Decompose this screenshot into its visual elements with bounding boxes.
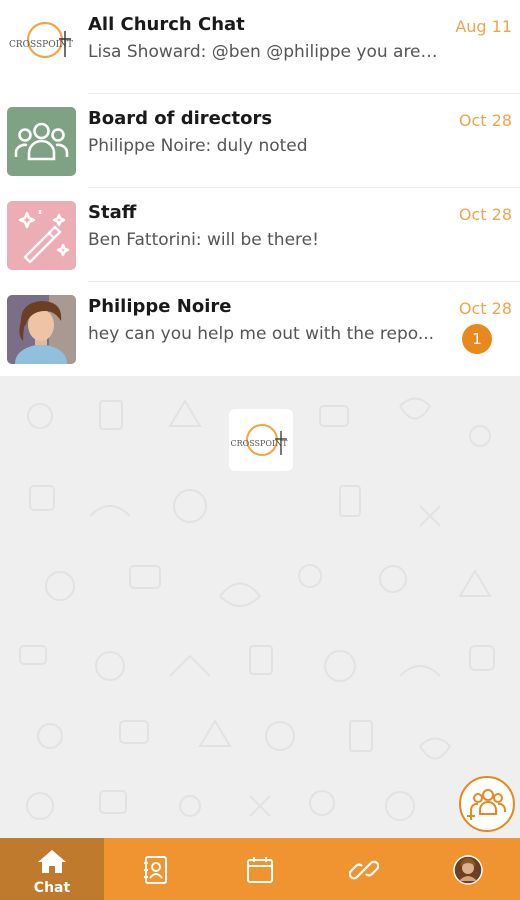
- magic-wand-icon: [7, 201, 76, 270]
- contacts-icon: [144, 856, 167, 884]
- chat-preview: hey can you help me out with the repo...: [88, 324, 435, 344]
- chat-name: Philippe Noire: [88, 296, 232, 317]
- crosspoint-logo-icon: CROSSPOINT: [229, 409, 293, 471]
- chat-item-board-of-directors[interactable]: Board of directors Philippe Noire: duly …: [0, 94, 520, 188]
- unread-badge: 1: [462, 324, 492, 354]
- tab-chat[interactable]: Chat: [0, 838, 104, 900]
- chat-name: Board of directors: [88, 108, 273, 129]
- chat-date: Aug 11: [455, 17, 512, 36]
- chat-item-philippe-noire[interactable]: Philippe Noire hey can you help me out w…: [0, 282, 520, 376]
- chat-date: Oct 28: [458, 299, 512, 318]
- bottom-nav: Chat: [0, 838, 520, 900]
- tab-chat-label: Chat: [33, 880, 71, 896]
- tab-profile[interactable]: [416, 838, 520, 900]
- crosspoint-logo-icon: CROSSPOINT: [7, 7, 76, 76]
- user-photo: [7, 295, 76, 364]
- tab-calendar[interactable]: [208, 838, 312, 900]
- chat-preview: Lisa Showard: @ben @philippe you are ...: [88, 42, 438, 62]
- tab-contacts[interactable]: [104, 838, 208, 900]
- chat-name: All Church Chat: [88, 14, 245, 35]
- chat-item-staff[interactable]: Staff Ben Fattorini: will be there! Oct …: [0, 188, 520, 282]
- chat-date: Oct 28: [458, 205, 512, 224]
- chat-list: CROSSPOINT All Church Chat Lisa Showard:…: [0, 0, 520, 376]
- new-group-chat-button[interactable]: [459, 776, 515, 832]
- chat-preview: Philippe Noire: duly noted: [88, 136, 308, 156]
- logo-text: CROSSPOINT: [231, 439, 289, 448]
- tab-links[interactable]: [312, 838, 416, 900]
- profile-avatar: [453, 855, 483, 885]
- add-group-icon: [467, 789, 507, 820]
- chat-name: Staff: [88, 202, 137, 223]
- group-icon: [7, 107, 76, 176]
- link-icon: [349, 860, 379, 880]
- logo-text: CROSSPOINT: [9, 40, 73, 50]
- chat-date: Oct 28: [458, 111, 512, 130]
- calendar-icon: [247, 857, 273, 883]
- chat-item-all-church-chat[interactable]: CROSSPOINT All Church Chat Lisa Showard:…: [0, 0, 520, 94]
- home-icon: [38, 850, 66, 873]
- chat-preview: Ben Fattorini: will be there!: [88, 230, 319, 250]
